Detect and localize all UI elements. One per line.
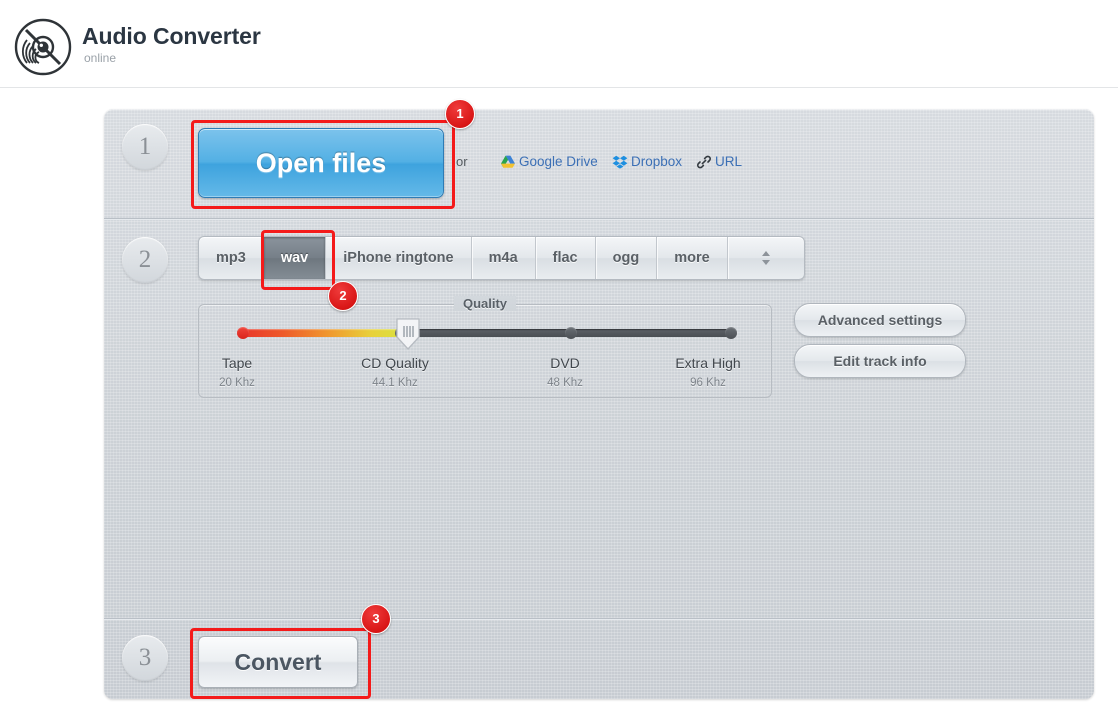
section-divider-1 (104, 218, 1094, 220)
page-title: Audio Converter (82, 23, 261, 49)
google-drive-icon (500, 154, 516, 170)
convert-button[interactable]: Convert (198, 636, 358, 688)
format-tab-ogg[interactable]: ogg (596, 237, 658, 279)
google-drive-link[interactable]: Google Drive (500, 154, 598, 169)
advanced-settings-button[interactable]: Advanced settings (794, 303, 966, 337)
slider-stop-extra-high[interactable] (725, 327, 737, 339)
step-number-1: 1 (122, 124, 168, 170)
quality-label-dvd: DVD (550, 355, 580, 371)
url-link[interactable]: URL (696, 154, 742, 169)
page-header: Audio Converter online (0, 0, 1118, 88)
or-label: or (456, 154, 468, 169)
format-tab-wav[interactable]: wav (263, 237, 327, 279)
header-divider (0, 87, 1118, 88)
quality-rate-cd: 44.1 Khz (372, 377, 418, 389)
google-drive-label: Google Drive (519, 154, 598, 169)
link-icon (696, 154, 712, 170)
dropbox-link[interactable]: Dropbox (612, 154, 682, 169)
vinyl-record-icon (14, 18, 72, 76)
slider-stop-dvd[interactable] (565, 327, 577, 339)
format-tab-bar[interactable]: mp3 wav iPhone ringtone m4a flac ogg mor… (198, 236, 805, 280)
format-tab-iphone-ringtone[interactable]: iPhone ringtone (326, 237, 472, 279)
quality-legend: Quality (453, 296, 517, 311)
quality-rate-extra-high: 96 Khz (690, 377, 726, 389)
quality-fieldset: Quality Tape 20 Khz CD Quality 44.1 Khz … (198, 296, 772, 398)
step-number-3: 3 (122, 635, 168, 681)
step-number-2: 2 (122, 237, 168, 283)
slider-stop-tape[interactable] (237, 327, 249, 339)
quality-label-tape: Tape (221, 355, 253, 371)
quality-label-extra-high: Extra High (675, 355, 741, 371)
dropbox-icon (612, 154, 628, 170)
edit-track-info-button[interactable]: Edit track info (794, 344, 966, 378)
dropbox-label: Dropbox (631, 154, 683, 169)
brand-subtitle: online (84, 51, 117, 65)
quality-label-cd: CD Quality (361, 355, 429, 371)
format-tab-more[interactable]: more (657, 237, 728, 279)
quality-rate-tape: 20 Khz (219, 377, 255, 389)
quality-rate-dvd: 48 Khz (547, 377, 583, 389)
section-divider-2 (104, 618, 1094, 620)
format-tab-flac[interactable]: flac (536, 237, 596, 279)
url-label: URL (715, 154, 743, 169)
quality-slider[interactable] (237, 318, 737, 350)
format-tab-m4a[interactable]: m4a (472, 237, 536, 279)
slider-track-fill (237, 329, 401, 337)
up-down-stepper-icon[interactable] (728, 237, 804, 279)
format-tab-mp3[interactable]: mp3 (199, 237, 264, 279)
slider-handle[interactable] (395, 317, 421, 351)
open-files-button[interactable]: Open files (198, 128, 444, 198)
